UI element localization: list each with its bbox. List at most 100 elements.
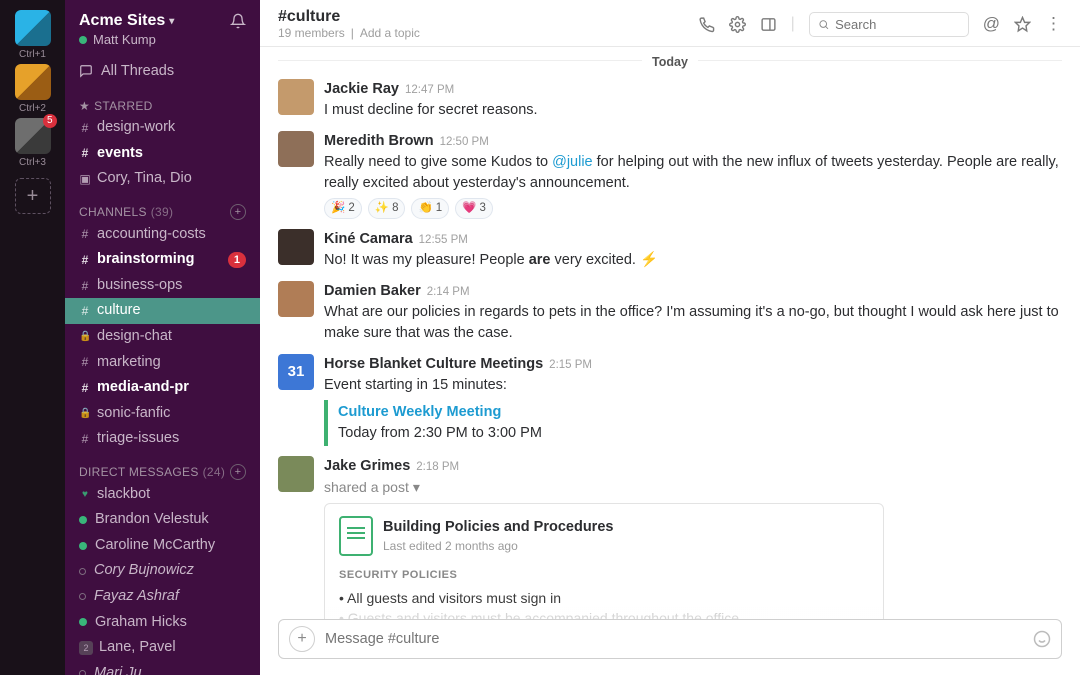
workspace-2[interactable]: Ctrl+2 <box>15 64 51 114</box>
message-time: 2:15 PM <box>549 357 592 374</box>
sidebar-item-business-ops[interactable]: #business-ops <box>65 273 260 299</box>
sidebar: Acme Sites ▾ Matt Kump All Threads ★ STA… <box>65 0 260 675</box>
sidebar-item-events[interactable]: #events <box>65 141 260 167</box>
sidebar-item-Cory-Tina-Dio[interactable]: ▣Cory, Tina, Dio <box>65 166 260 192</box>
phone-icon[interactable] <box>698 16 715 33</box>
presence-dot-icon <box>79 670 86 675</box>
sidebar-dm-Brandon-Velestuk[interactable]: Brandon Velestuk <box>65 507 260 533</box>
workspace-switcher: Ctrl+1 Ctrl+2 Ctrl+35 + <box>0 0 65 675</box>
sidebar-item-accounting-costs[interactable]: #accounting-costs <box>65 222 260 248</box>
message-author[interactable]: Jackie Ray <box>324 79 399 100</box>
current-user[interactable]: Matt Kump <box>79 32 246 47</box>
post-meta: Last edited 2 months ago <box>383 538 613 555</box>
main-pane: #culture 19 members | Add a topic | @ ⋮ … <box>260 0 1080 675</box>
message: Jake Grimes2:18 PMshared a post ▾ Buildi… <box>278 450 1062 619</box>
avatar[interactable] <box>278 79 314 115</box>
sidebar-item-design-chat[interactable]: 🔒design-chat <box>65 324 260 350</box>
sidebar-item-marketing[interactable]: #marketing <box>65 350 260 376</box>
current-user-name: Matt Kump <box>93 32 156 47</box>
message-author[interactable]: Horse Blanket Culture Meetings <box>324 354 543 375</box>
event-time: Today from 2:30 PM to 3:00 PM <box>338 423 1062 444</box>
message-time: 12:55 PM <box>419 232 468 249</box>
document-icon <box>339 516 373 556</box>
gear-icon[interactable] <box>729 16 746 33</box>
message-text: No! It was my pleasure! People are very … <box>324 250 1062 271</box>
sidebar-item-design-work[interactable]: #design-work <box>65 115 260 141</box>
member-count[interactable]: 19 members <box>278 26 345 40</box>
reaction[interactable]: ✨8 <box>368 198 406 219</box>
team-name: Acme Sites <box>79 12 165 30</box>
reaction[interactable]: 💗3 <box>455 198 493 219</box>
message-text: I must decline for secret reasons. <box>324 100 1062 121</box>
chevron-down-icon[interactable]: ▾ <box>413 477 420 497</box>
sidebar-item-sonic-fanfic[interactable]: 🔒sonic-fanfic <box>65 401 260 427</box>
event-lead: Event starting in 15 minutes: <box>324 375 1062 396</box>
all-threads[interactable]: All Threads <box>65 55 260 87</box>
sidebar-item-brainstorming[interactable]: #brainstorming1 <box>65 247 260 273</box>
sidebar-dm-Graham-Hicks[interactable]: Graham Hicks <box>65 610 260 636</box>
message-author[interactable]: Kiné Camara <box>324 229 413 250</box>
avatar[interactable] <box>278 281 314 317</box>
add-channel-button[interactable]: + <box>230 204 246 220</box>
reactions: 🎉2 ✨8👏1 💗3 <box>324 198 1062 219</box>
avatar[interactable] <box>278 131 314 167</box>
search-field[interactable] <box>835 17 960 32</box>
team-switcher[interactable]: Acme Sites ▾ <box>79 12 174 30</box>
all-threads-label: All Threads <box>101 63 174 79</box>
post-section: SECURITY POLICIES <box>339 568 869 584</box>
sidebar-item-media-and-pr[interactable]: #media-and-pr <box>65 375 260 401</box>
sidebar-item-triage-issues[interactable]: #triage-issues <box>65 426 260 452</box>
presence-dot-icon <box>79 542 87 550</box>
presence-dot-icon <box>79 618 87 626</box>
mention[interactable]: @julie <box>552 154 593 170</box>
multi-dm-icon: 2 <box>79 641 93 655</box>
workspace-3[interactable]: Ctrl+35 <box>15 118 51 168</box>
star-icon[interactable] <box>1014 16 1031 33</box>
sidebar-dm-Fayaz-Ashraf[interactable]: Fayaz Ashraf <box>65 584 260 610</box>
reaction[interactable]: 👏1 <box>411 198 449 219</box>
add-topic-link[interactable]: Add a topic <box>360 26 420 40</box>
bell-icon[interactable] <box>230 13 246 29</box>
add-workspace-button[interactable]: + <box>15 178 51 214</box>
sidebar-item-culture[interactable]: #culture <box>65 298 260 324</box>
event-title: Culture Weekly Meeting <box>338 402 1062 423</box>
sidebar-dm-slackbot[interactable]: ♥slackbot <box>65 482 260 508</box>
notification-badge: 5 <box>43 114 57 128</box>
mentions-icon[interactable]: @ <box>983 14 1000 34</box>
section-channels[interactable]: CHANNELS (39) + <box>65 192 260 222</box>
day-separator: Today <box>278 47 1062 73</box>
message-author[interactable]: Jake Grimes <box>324 456 410 477</box>
avatar[interactable] <box>278 456 314 492</box>
emoji-icon[interactable] <box>1033 630 1051 648</box>
add-dm-button[interactable]: + <box>230 464 246 480</box>
message: Damien Baker2:14 PMWhat are our policies… <box>278 275 1062 348</box>
presence-dot-icon <box>79 568 86 575</box>
calendar-icon: 31 <box>278 354 314 390</box>
event-card[interactable]: Culture Weekly MeetingToday from 2:30 PM… <box>324 400 1062 446</box>
message: Meredith Brown12:50 PMReally need to giv… <box>278 125 1062 223</box>
workspace-1[interactable]: Ctrl+1 <box>15 10 51 60</box>
pane-icon[interactable] <box>760 16 777 33</box>
sidebar-dm-Mari-Ju[interactable]: Mari Ju <box>65 661 260 675</box>
sidebar-dm-Lane-Pavel[interactable]: 2Lane, Pavel <box>65 635 260 661</box>
more-icon[interactable]: ⋮ <box>1045 14 1062 34</box>
sidebar-dm-Caroline-McCarthy[interactable]: Caroline McCarthy <box>65 533 260 559</box>
message: Kiné Camara 12:55 PMNo! It was my pleasur… <box>278 223 1062 275</box>
section-starred: ★ STARRED <box>65 87 260 115</box>
message-composer[interactable]: + <box>278 619 1062 659</box>
search-input[interactable] <box>809 12 969 37</box>
reaction[interactable]: 🎉2 <box>324 198 362 219</box>
post-attachment[interactable]: Building Policies and Procedures Last ed… <box>324 503 884 619</box>
composer-input[interactable] <box>325 631 1023 647</box>
post-title: Building Policies and Procedures <box>383 517 613 538</box>
message-time: 2:14 PM <box>427 284 470 301</box>
message: 31 Horse Blanket Culture Meetings 2:15 PME… <box>278 348 1062 450</box>
message: Jackie Ray12:47 PMI must decline for sec… <box>278 73 1062 125</box>
sidebar-dm-Cory-Bujnowicz[interactable]: Cory Bujnowicz <box>65 558 260 584</box>
avatar[interactable] <box>278 229 314 265</box>
message-author[interactable]: Meredith Brown <box>324 131 434 152</box>
attach-button[interactable]: + <box>289 626 315 652</box>
presence-dot-icon <box>79 36 87 44</box>
section-dms[interactable]: DIRECT MESSAGES (24) + <box>65 452 260 482</box>
message-author[interactable]: Damien Baker <box>324 281 421 302</box>
